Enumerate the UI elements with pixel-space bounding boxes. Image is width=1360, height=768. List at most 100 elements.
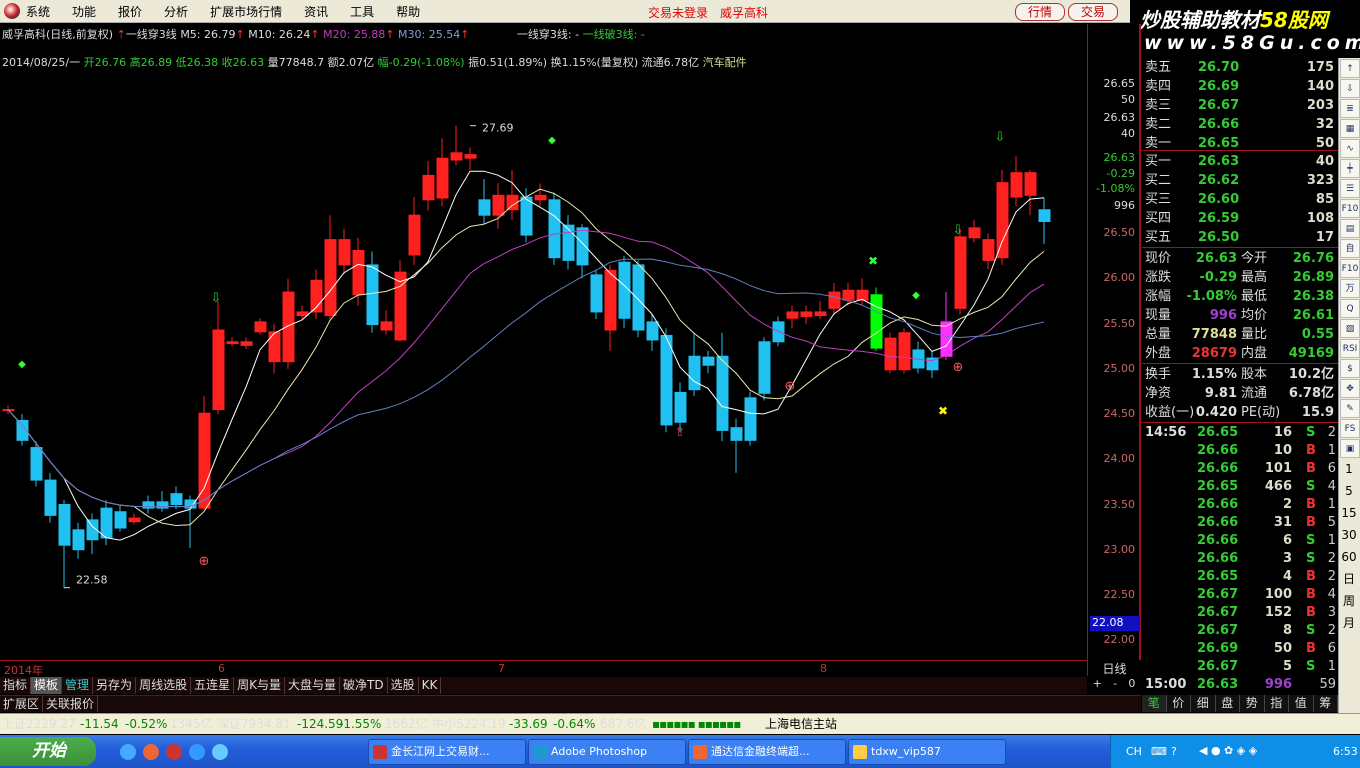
trade-login-status[interactable]: 交易未登录 <box>648 4 708 21</box>
period-button[interactable]: 60 <box>1339 546 1359 568</box>
period-button[interactable]: 1 <box>1339 458 1359 480</box>
bid-row[interactable]: 买四 26.59 108 <box>1142 209 1338 228</box>
menu-ext-market[interactable]: 扩展市场行情 <box>210 3 282 20</box>
ask-row[interactable]: 卖二 26.66 32 <box>1142 115 1338 134</box>
help-icon[interactable]: ? <box>1171 745 1177 758</box>
sidebar-tool-icon[interactable]: FS <box>1340 419 1360 438</box>
tab-weekly-pick[interactable]: 周线选股 <box>136 677 192 694</box>
zoom-out-button[interactable]: - <box>1113 677 1117 694</box>
period-button[interactable]: 月 <box>1339 612 1359 634</box>
quote-tab[interactable]: 笔 <box>1142 695 1167 712</box>
task-photoshop[interactable]: Adobe Photoshop <box>528 739 686 765</box>
sz-index[interactable]: 深证7934.81 <box>217 714 291 734</box>
sidebar-tool-icon[interactable]: ✥ <box>1340 379 1360 398</box>
tick-side: B <box>1306 497 1316 512</box>
sidebar-tool-icon[interactable]: ┿ <box>1340 159 1360 178</box>
task-trading[interactable]: 金长江网上交易财... <box>368 739 526 765</box>
sidebar-tool-icon[interactable]: ▤ <box>1340 219 1360 238</box>
server-name[interactable]: 上海电信主站 <box>765 714 837 734</box>
candle <box>436 138 449 207</box>
menu-system[interactable]: 系统 <box>26 3 50 20</box>
sidebar-tool-icon[interactable]: ▣ <box>1340 439 1360 458</box>
ask-row[interactable]: 卖三 26.67 203 <box>1142 96 1338 115</box>
language-indicator[interactable]: CH <box>1126 745 1142 758</box>
sidebar-tool-icon[interactable]: ∿ <box>1340 139 1360 158</box>
sidebar-tool-icon[interactable]: ≣ <box>1340 99 1360 118</box>
tick-price: 26.63 <box>1197 677 1239 692</box>
tab-stock-pick[interactable]: 选股 <box>388 677 419 694</box>
ask-row[interactable]: 卖四 26.69 140 <box>1142 77 1338 96</box>
kline-chart[interactable]: 27.69 22.58 ⇩ ⇩ ⇩ ⇧ ⊕ ⊕ ⊕ ✖ ✖ ◆ ◆ ◆ <box>0 24 1087 660</box>
quote-tab[interactable]: 价 <box>1167 695 1191 712</box>
kline-canvas[interactable]: 27.69 22.58 ⇩ ⇩ ⇩ ⇧ ⊕ ⊕ ⊕ ✖ ✖ ◆ ◆ ◆ <box>0 24 1087 660</box>
tab-extension-area[interactable]: 扩展区 <box>0 696 44 712</box>
tab-kk[interactable]: KK <box>419 677 442 694</box>
sidebar-tool-icon[interactable]: ☰ <box>1340 179 1360 198</box>
sme-index[interactable]: 中小5224.19 <box>432 714 506 734</box>
menu-tools[interactable]: 工具 <box>350 3 374 20</box>
keyboard-icon[interactable]: ⌨ <box>1151 745 1167 758</box>
sidebar-tool-icon[interactable]: F10 <box>1340 259 1360 278</box>
tab-indicator[interactable]: 指标 <box>0 677 32 694</box>
bid-row[interactable]: 买五 26.50 17 <box>1142 228 1338 247</box>
skype-icon[interactable] <box>189 744 205 760</box>
bid-row[interactable]: 买二 26.62 323 <box>1142 171 1338 190</box>
zoom-reset-button[interactable]: 0 <box>1128 677 1135 694</box>
tab-market-vol[interactable]: 大盘与量 <box>285 677 340 694</box>
sidebar-tool-icon[interactable]: ⇩ <box>1340 79 1360 98</box>
tab-template[interactable]: 模板 <box>31 677 63 694</box>
quote-tab[interactable]: 盘 <box>1216 695 1240 712</box>
start-button[interactable]: 开始 <box>0 737 96 766</box>
sidebar-tool-icon[interactable]: RSI <box>1340 339 1360 358</box>
index-status-bar: 上证2229.27 -11.54 -0.52% 1345亿 深证7934.81 … <box>0 713 1360 734</box>
quote-button[interactable]: 行情 <box>1015 3 1065 21</box>
bid-row[interactable]: 买一 26.63 40 <box>1142 152 1338 171</box>
period-button[interactable]: 5 <box>1339 480 1359 502</box>
ie-icon[interactable] <box>120 744 136 760</box>
tray-icons[interactable]: ◀ ● ✿ ◈ ◈ <box>1199 744 1257 757</box>
sidebar-tool-icon[interactable]: ▨ <box>1340 319 1360 338</box>
menu-help[interactable]: 帮助 <box>396 3 420 20</box>
sidebar-tool-icon[interactable]: F10 <box>1340 199 1360 218</box>
sidebar-tool-icon[interactable]: 万 <box>1340 279 1360 298</box>
tab-manage[interactable]: 管理 <box>62 677 94 694</box>
sh-index[interactable]: 上证2229.27 <box>2 714 76 734</box>
period-button[interactable]: 30 <box>1339 524 1359 546</box>
tab-five-stars[interactable]: 五连星 <box>191 677 235 694</box>
menu-quote[interactable]: 报价 <box>118 3 142 20</box>
quote-tab[interactable]: 指 <box>1265 695 1289 712</box>
tab-related-quotes[interactable]: 关联报价 <box>43 696 99 712</box>
zoom-in-button[interactable]: + <box>1093 677 1102 694</box>
task-tdx[interactable]: 通达信金融终端超... <box>688 739 846 765</box>
sidebar-tool-icon[interactable]: 自 <box>1340 239 1360 258</box>
period-button[interactable]: 日 <box>1339 568 1359 590</box>
quote-value: 26.63 <box>1195 251 1237 266</box>
menu-analysis[interactable]: 分析 <box>164 3 188 20</box>
period-button[interactable]: 周 <box>1339 590 1359 612</box>
sidebar-tool-icon[interactable]: ✎ <box>1340 399 1360 418</box>
menu-function[interactable]: 功能 <box>72 3 96 20</box>
tab-save-as[interactable]: 另存为 <box>93 677 137 694</box>
tab-break-td[interactable]: 破净TD <box>340 677 388 694</box>
bid-row[interactable]: 买三 26.60 85 <box>1142 190 1338 209</box>
sidebar-tool-icon[interactable]: ↑ <box>1340 59 1360 78</box>
quote-tab[interactable]: 值 <box>1289 695 1314 712</box>
sidebar-tool-icon[interactable]: Q <box>1340 299 1360 318</box>
task-folder[interactable]: tdxw_vip587 <box>848 739 1006 765</box>
period-button[interactable]: 15 <box>1339 502 1359 524</box>
date-axis: 2014年 6 7 8 <box>0 660 1087 677</box>
period-label[interactable]: 日线 <box>1087 660 1141 676</box>
trade-button[interactable]: 交易 <box>1068 3 1118 21</box>
tab-weekly-k-vol[interactable]: 周K与量 <box>234 677 285 694</box>
quote-tab[interactable]: 细 <box>1191 695 1216 712</box>
sidebar-tool-icon[interactable]: ▦ <box>1340 119 1360 138</box>
quote-tab[interactable]: 势 <box>1240 695 1265 712</box>
ask-row[interactable]: 卖五 26.70 175 <box>1142 58 1338 77</box>
browser-icon[interactable] <box>143 744 159 760</box>
tick-side: B <box>1306 569 1316 584</box>
app-icon[interactable] <box>166 744 182 760</box>
quote-tab[interactable]: 筹 <box>1314 695 1338 712</box>
desktop-icon[interactable] <box>212 744 228 760</box>
sidebar-tool-icon[interactable]: $ <box>1340 359 1360 378</box>
menu-news[interactable]: 资讯 <box>304 3 328 20</box>
